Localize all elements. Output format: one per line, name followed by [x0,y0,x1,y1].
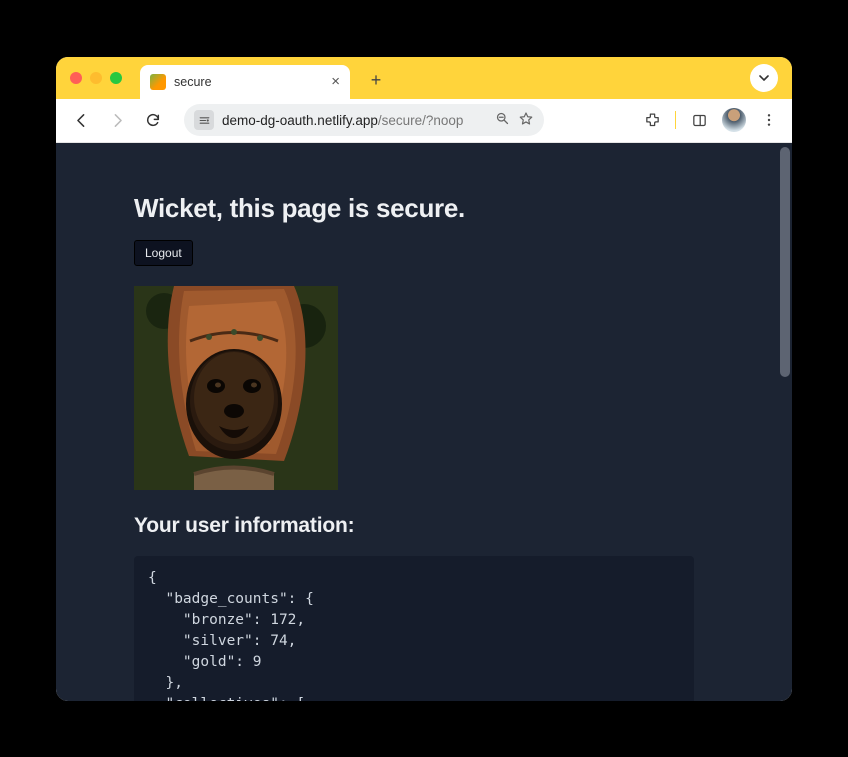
page-title: Wicket, this page is secure. [134,193,714,224]
url-domain: demo-dg-oauth.netlify.app [222,113,378,128]
tab-overflow-button[interactable] [750,64,778,92]
traffic-lights [70,72,122,84]
code-line: "silver": 74, [148,633,296,649]
url-path: /secure/?noop [378,113,464,128]
tab-title: secure [174,75,323,89]
tab-favicon [150,74,166,90]
forward-button[interactable] [102,105,132,135]
back-button[interactable] [66,105,96,135]
user-info-code: { "badge_counts": { "bronze": 172, "silv… [134,556,694,701]
close-window-button[interactable] [70,72,82,84]
reload-button[interactable] [138,105,168,135]
address-bar[interactable]: demo-dg-oauth.netlify.app/secure/?noop [184,104,544,136]
side-panel-icon[interactable] [686,107,712,133]
toolbar-divider [675,111,676,129]
code-line: "badge_counts": { [148,591,314,607]
code-line: "gold": 9 [148,654,262,670]
code-line: "bronze": 172, [148,612,305,628]
browser-window: secure × + demo-dg-oauth.netlify.app/sec… [56,57,792,701]
scrollbar[interactable] [780,147,790,377]
new-tab-button[interactable]: + [362,70,390,91]
titlebar: secure × + [56,57,792,99]
minimize-window-button[interactable] [90,72,102,84]
browser-tab[interactable]: secure × [140,65,350,99]
section-heading: Your user information: [134,514,714,538]
profile-avatar[interactable] [722,108,746,132]
site-settings-icon[interactable] [194,110,214,130]
profile-image [134,286,338,490]
zoom-icon[interactable] [495,111,510,129]
code-line: "collectives": [ [148,696,305,701]
maximize-window-button[interactable] [110,72,122,84]
logout-button[interactable]: Logout [134,240,193,266]
menu-icon[interactable] [756,107,782,133]
url-text: demo-dg-oauth.netlify.app/secure/?noop [222,113,487,128]
bookmark-star-icon[interactable] [518,111,534,130]
extensions-icon[interactable] [639,107,665,133]
code-line: { [148,570,157,586]
page-content: Wicket, this page is secure. Logout [56,143,792,701]
code-line: }, [148,675,183,691]
close-tab-button[interactable]: × [331,73,340,90]
toolbar: demo-dg-oauth.netlify.app/secure/?noop [56,99,792,143]
